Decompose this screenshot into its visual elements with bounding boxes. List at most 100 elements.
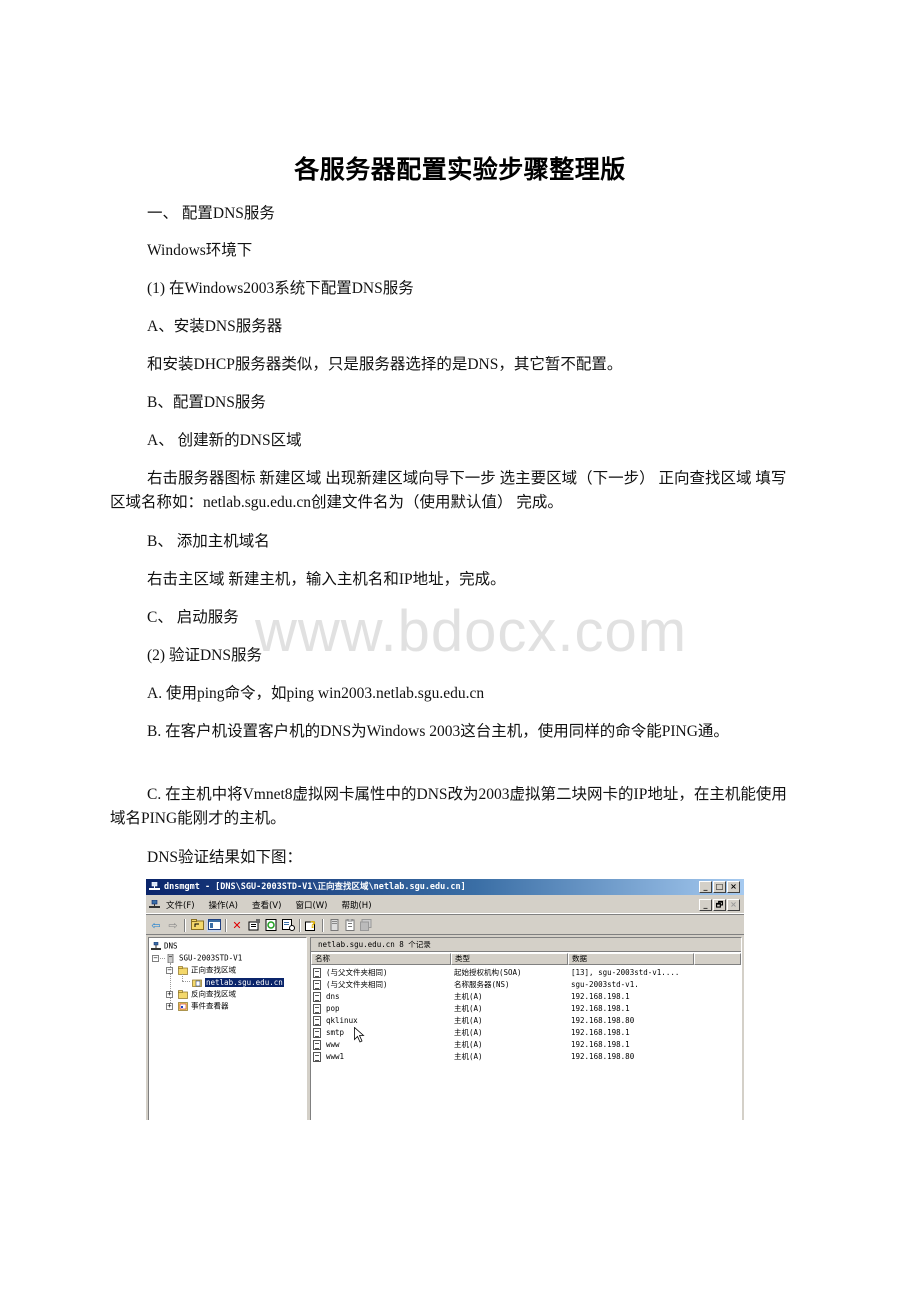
minimize-button[interactable]: _: [699, 881, 712, 893]
tree-connector: [182, 981, 190, 982]
record-row[interactable]: www 主机(A) 192.168.198.1: [311, 1039, 741, 1051]
child-close-button[interactable]: ×: [727, 899, 740, 911]
close-button[interactable]: ×: [727, 881, 740, 893]
tree-connector: [182, 974, 183, 981]
window-title: dnsmgmt - [DNS\SGU-2003STD-V1\正向查找区域\net…: [164, 882, 466, 892]
tree-item-netlab-zone[interactable]: netlab.sgu.edu.cn: [192, 976, 284, 987]
collapse-icon[interactable]: −: [166, 967, 173, 974]
collapse-icon[interactable]: −: [152, 955, 159, 962]
paragraph: Windows环境下: [147, 242, 253, 259]
tree-item-reverse-zones[interactable]: 反向查找区域: [178, 988, 236, 999]
child-restore-button[interactable]: 🗗: [713, 899, 726, 911]
record-data: 192.168.198.1: [571, 992, 630, 1001]
record-type: 主机(A): [454, 1028, 483, 1037]
record-type: 主机(A): [454, 1016, 483, 1025]
column-header-type[interactable]: 类型: [451, 953, 568, 965]
paragraph: 和安装DHCP服务器类似，只是服务器选择的是DNS，其它暂不配置。: [147, 356, 623, 373]
column-header-data[interactable]: 数据: [568, 953, 694, 965]
refresh-icon[interactable]: [264, 919, 278, 932]
record-row[interactable]: pop 主机(A) 192.168.198.1: [311, 1003, 741, 1015]
expand-icon[interactable]: +: [166, 991, 173, 998]
record-data: 192.168.198.80: [571, 1016, 635, 1025]
record-icon: [313, 980, 321, 990]
toolbar: ⇦ ⇨ ✕ ?: [146, 916, 744, 935]
subsection-heading: (2) 验证DNS服务: [147, 647, 262, 664]
folder-icon: [178, 965, 188, 975]
maximize-button[interactable]: □: [713, 881, 726, 893]
zone-icon[interactable]: [359, 919, 373, 932]
column-header-name[interactable]: 名称: [311, 953, 451, 965]
menu-action[interactable]: 操作(A): [209, 899, 238, 911]
record-data: sgu-2003std-v1.: [571, 980, 639, 989]
record-data: 192.168.198.80: [571, 1052, 635, 1061]
record-row[interactable]: www1 主机(A) 192.168.198.80: [311, 1051, 741, 1063]
tree-item-dns[interactable]: DNS: [151, 940, 178, 951]
record-row[interactable]: smtp 主机(A) 192.168.198.1: [311, 1027, 741, 1039]
record-name: pop: [326, 1004, 340, 1013]
record-icon[interactable]: [343, 918, 357, 932]
records-summary: netlab.sgu.edu.cn 8 个记录: [311, 938, 741, 952]
record-row[interactable]: (与父文件夹相同) 名称服务器(NS) sgu-2003std-v1.: [311, 979, 741, 991]
console-icon[interactable]: [149, 900, 160, 910]
menu-view[interactable]: 查看(V): [252, 899, 281, 911]
server-icon[interactable]: [327, 919, 341, 932]
tree-label: 事件查看器: [191, 1001, 229, 1011]
mouse-cursor-icon: [354, 1027, 365, 1043]
mmc-app-icon: [149, 882, 160, 890]
record-row[interactable]: qklinux 主机(A) 192.168.198.80: [311, 1015, 741, 1027]
tree-item-forward-zones[interactable]: 正向查找区域: [178, 964, 236, 975]
child-minimize-button[interactable]: _: [699, 899, 712, 911]
record-type: 主机(A): [454, 992, 483, 1001]
menu-file[interactable]: 文件(F): [166, 899, 195, 911]
record-icon: [313, 992, 321, 1002]
record-icon: [313, 1004, 321, 1014]
record-name: www: [326, 1040, 340, 1049]
toolbar-separator: [184, 919, 186, 932]
folder-icon: [178, 989, 188, 999]
tree-item-server[interactable]: SGU-2003STD-V1: [166, 952, 242, 963]
menu-help[interactable]: 帮助(H): [341, 899, 371, 911]
section-heading: 一、 配置DNS服务: [147, 205, 275, 222]
toolbar-separator: [225, 919, 227, 932]
step-heading: B、 添加主机域名: [147, 533, 270, 550]
forward-icon[interactable]: ⇨: [166, 919, 180, 932]
paragraph: 右击主区域 新建主机，输入主机名和IP地址，完成。: [147, 571, 506, 588]
column-header-empty[interactable]: [694, 953, 741, 965]
dns-root-icon: [151, 941, 161, 950]
export-icon[interactable]: [281, 919, 295, 932]
delete-icon[interactable]: ✕: [230, 919, 244, 932]
paragraph: B. 在客户机设置客户机的DNS为Windows 2003这台主机，使用同样的命…: [147, 723, 729, 740]
watermark: www.bdocx.com: [255, 599, 688, 664]
record-type: 主机(A): [454, 1052, 483, 1061]
record-row[interactable]: dns 主机(A) 192.168.198.1: [311, 991, 741, 1003]
paragraph: C. 在主机中将Vmnet8虚拟网卡属性中的DNS改为2003虚拟第二块网卡的I…: [110, 786, 787, 827]
help-icon[interactable]: ?: [304, 919, 318, 932]
properties-icon[interactable]: [247, 919, 261, 932]
paragraph: 右击服务器图标 新建区域 出现新建区域向导下一步 选主要区域（下一步） 正向查找…: [110, 470, 787, 511]
paragraph: A. 使用ping命令，如ping win2003.netlab.sgu.edu…: [147, 685, 485, 702]
record-name: (与父文件夹相同): [326, 980, 388, 989]
record-type: 起始授权机构(SOA): [454, 968, 522, 977]
record-name: dns: [326, 992, 340, 1001]
show-tree-icon[interactable]: [207, 919, 221, 932]
step-heading: B、配置DNS服务: [147, 394, 266, 411]
record-name: (与父文件夹相同): [326, 968, 388, 977]
record-type: 主机(A): [454, 1040, 483, 1049]
subsection-heading: (1) 在Windows2003系统下配置DNS服务: [147, 280, 414, 297]
tree-label: 反向查找区域: [191, 989, 236, 999]
document-title: 各服务器配置实验步骤整理版: [294, 155, 626, 184]
record-icon: [313, 1028, 321, 1038]
svg-text:?: ?: [310, 920, 316, 931]
record-type: 名称服务器(NS): [454, 980, 510, 989]
menu-window[interactable]: 窗口(W): [295, 899, 327, 911]
event-viewer-icon: [178, 1001, 188, 1011]
record-name: www1: [326, 1052, 345, 1061]
back-icon[interactable]: ⇦: [149, 919, 163, 932]
expand-icon[interactable]: +: [166, 1003, 173, 1010]
tree-label: DNS: [164, 941, 178, 951]
server-icon: [167, 953, 174, 963]
record-row[interactable]: (与父文件夹相同) 起始授权机构(SOA) [13], sgu-2003std-v1…: [311, 967, 741, 979]
tree-item-event-viewer[interactable]: 事件查看器: [178, 1000, 229, 1011]
up-folder-icon[interactable]: [190, 919, 204, 932]
record-data: 192.168.198.1: [571, 1040, 630, 1049]
